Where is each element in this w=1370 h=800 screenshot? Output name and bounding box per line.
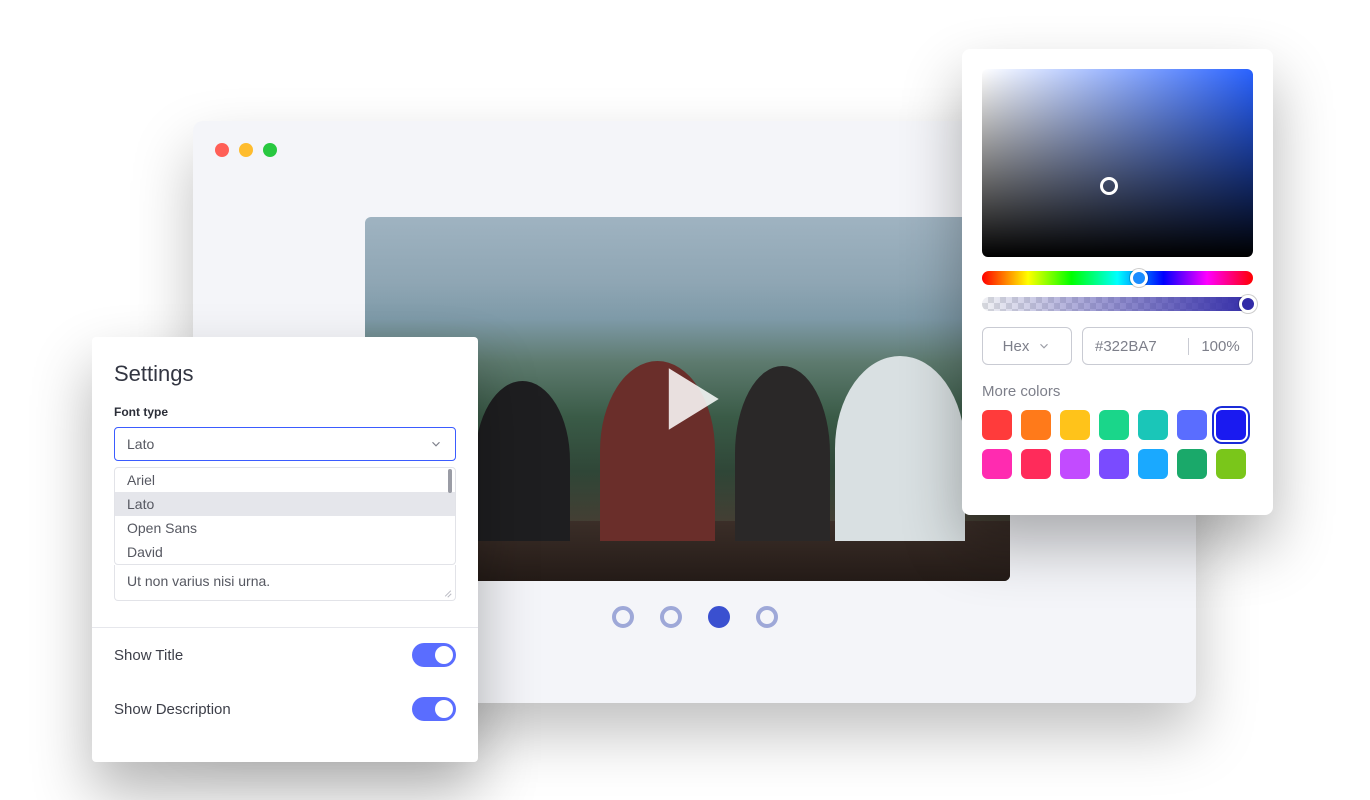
color-format-select[interactable]: Hex xyxy=(982,327,1072,365)
description-textarea[interactable]: Ut non varius nisi urna. xyxy=(114,565,456,601)
alpha-slider[interactable] xyxy=(982,297,1253,311)
play-icon xyxy=(640,351,736,447)
carousel-dot[interactable] xyxy=(756,606,778,628)
more-colors-label: More colors xyxy=(982,383,1253,400)
font-option[interactable]: Ariel xyxy=(115,468,455,492)
color-picker-panel: Hex #322BA7 100% More colors xyxy=(962,49,1273,515)
settings-panel: Settings Font type Lato Ariel Lato Open … xyxy=(92,337,478,762)
resize-handle-icon[interactable] xyxy=(442,587,452,597)
alpha-slider-thumb[interactable] xyxy=(1239,295,1257,313)
opacity-input[interactable]: 100% xyxy=(1188,338,1252,355)
color-saturation-canvas[interactable] xyxy=(982,69,1253,257)
font-type-value: Lato xyxy=(127,436,154,452)
carousel-pagination xyxy=(612,606,778,628)
video-scene-person xyxy=(835,356,965,541)
video-scene-person xyxy=(475,381,570,541)
show-description-row: Show Description xyxy=(114,682,456,736)
color-value-inputs: Hex #322BA7 100% xyxy=(982,327,1253,365)
play-button[interactable] xyxy=(640,351,736,447)
color-swatch[interactable] xyxy=(1021,449,1051,479)
color-swatch[interactable] xyxy=(1099,410,1129,440)
color-swatch-grid xyxy=(982,410,1253,479)
chevron-down-icon xyxy=(429,437,443,451)
settings-title: Settings xyxy=(114,361,456,387)
color-swatch[interactable] xyxy=(1177,410,1207,440)
show-title-toggle[interactable] xyxy=(412,643,456,667)
color-swatch-selected[interactable] xyxy=(1216,410,1246,440)
font-options-list: Ariel Lato Open Sans David xyxy=(114,467,456,565)
color-swatch[interactable] xyxy=(1021,410,1051,440)
font-type-label: Font type xyxy=(114,405,456,419)
textarea-value: Ut non varius nisi urna. xyxy=(127,573,270,589)
color-swatch[interactable] xyxy=(1138,449,1168,479)
color-format-value: Hex xyxy=(1003,338,1030,355)
hue-slider-thumb[interactable] xyxy=(1130,269,1148,287)
show-description-label: Show Description xyxy=(114,701,231,718)
video-scene-person xyxy=(735,366,830,541)
color-swatch[interactable] xyxy=(1099,449,1129,479)
color-swatch[interactable] xyxy=(1216,449,1246,479)
font-option[interactable]: Open Sans xyxy=(115,516,455,540)
carousel-dot[interactable] xyxy=(660,606,682,628)
show-description-toggle[interactable] xyxy=(412,697,456,721)
font-type-select[interactable]: Lato xyxy=(114,427,456,461)
hex-input[interactable]: #322BA7 xyxy=(1083,338,1188,355)
carousel-dot[interactable] xyxy=(612,606,634,628)
window-close-button[interactable] xyxy=(215,143,229,157)
color-swatch[interactable] xyxy=(1138,410,1168,440)
font-option-selected[interactable]: Lato xyxy=(115,492,455,516)
color-swatch[interactable] xyxy=(1060,410,1090,440)
color-swatch[interactable] xyxy=(1060,449,1090,479)
window-maximize-button[interactable] xyxy=(263,143,277,157)
color-swatch[interactable] xyxy=(1177,449,1207,479)
show-title-row: Show Title xyxy=(114,628,456,682)
chevron-down-icon xyxy=(1037,339,1051,353)
scrollbar-thumb[interactable] xyxy=(448,469,452,493)
carousel-dot-active[interactable] xyxy=(708,606,730,628)
hue-slider[interactable] xyxy=(982,271,1253,285)
color-swatch[interactable] xyxy=(982,449,1012,479)
color-swatch[interactable] xyxy=(982,410,1012,440)
show-title-label: Show Title xyxy=(114,647,183,664)
color-value-box: #322BA7 100% xyxy=(1082,327,1253,365)
font-type-dropdown: Ariel Lato Open Sans David xyxy=(114,467,456,565)
color-canvas-cursor[interactable] xyxy=(1100,177,1118,195)
font-option[interactable]: David xyxy=(115,540,455,564)
window-minimize-button[interactable] xyxy=(239,143,253,157)
window-controls xyxy=(215,143,277,157)
